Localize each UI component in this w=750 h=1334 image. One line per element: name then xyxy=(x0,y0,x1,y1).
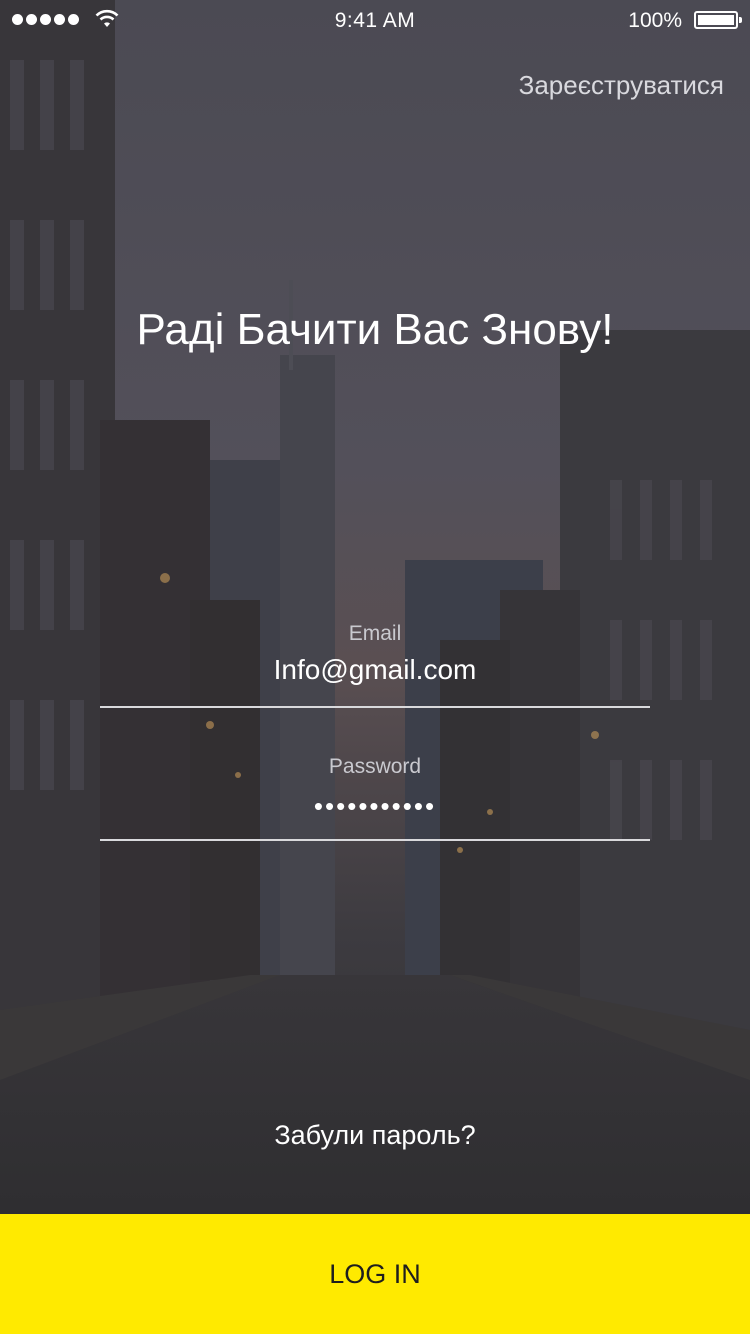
login-button[interactable]: LOG IN xyxy=(0,1214,750,1334)
password-input[interactable]: ••••••••••• xyxy=(100,791,650,822)
email-underline xyxy=(100,706,650,708)
email-field[interactable]: Email Info@gmail.com xyxy=(100,622,650,708)
register-link[interactable]: Зареєструватися xyxy=(519,70,724,101)
forgot-password-link[interactable]: Забули пароль? xyxy=(0,1120,750,1151)
battery-icon xyxy=(694,11,742,29)
password-label: Password xyxy=(328,755,422,778)
email-label: Email xyxy=(348,622,402,645)
page-title: Раді Бачити Вас Знову! xyxy=(136,305,614,354)
login-button-label: LOG IN xyxy=(329,1258,421,1289)
password-field[interactable]: Password ••••••••••• xyxy=(100,755,650,841)
password-underline xyxy=(100,839,650,841)
status-bar: 9:41 AM 100% xyxy=(0,0,750,40)
email-input[interactable]: Info@gmail.com xyxy=(100,654,650,686)
battery-percentage: 100% xyxy=(628,9,682,32)
